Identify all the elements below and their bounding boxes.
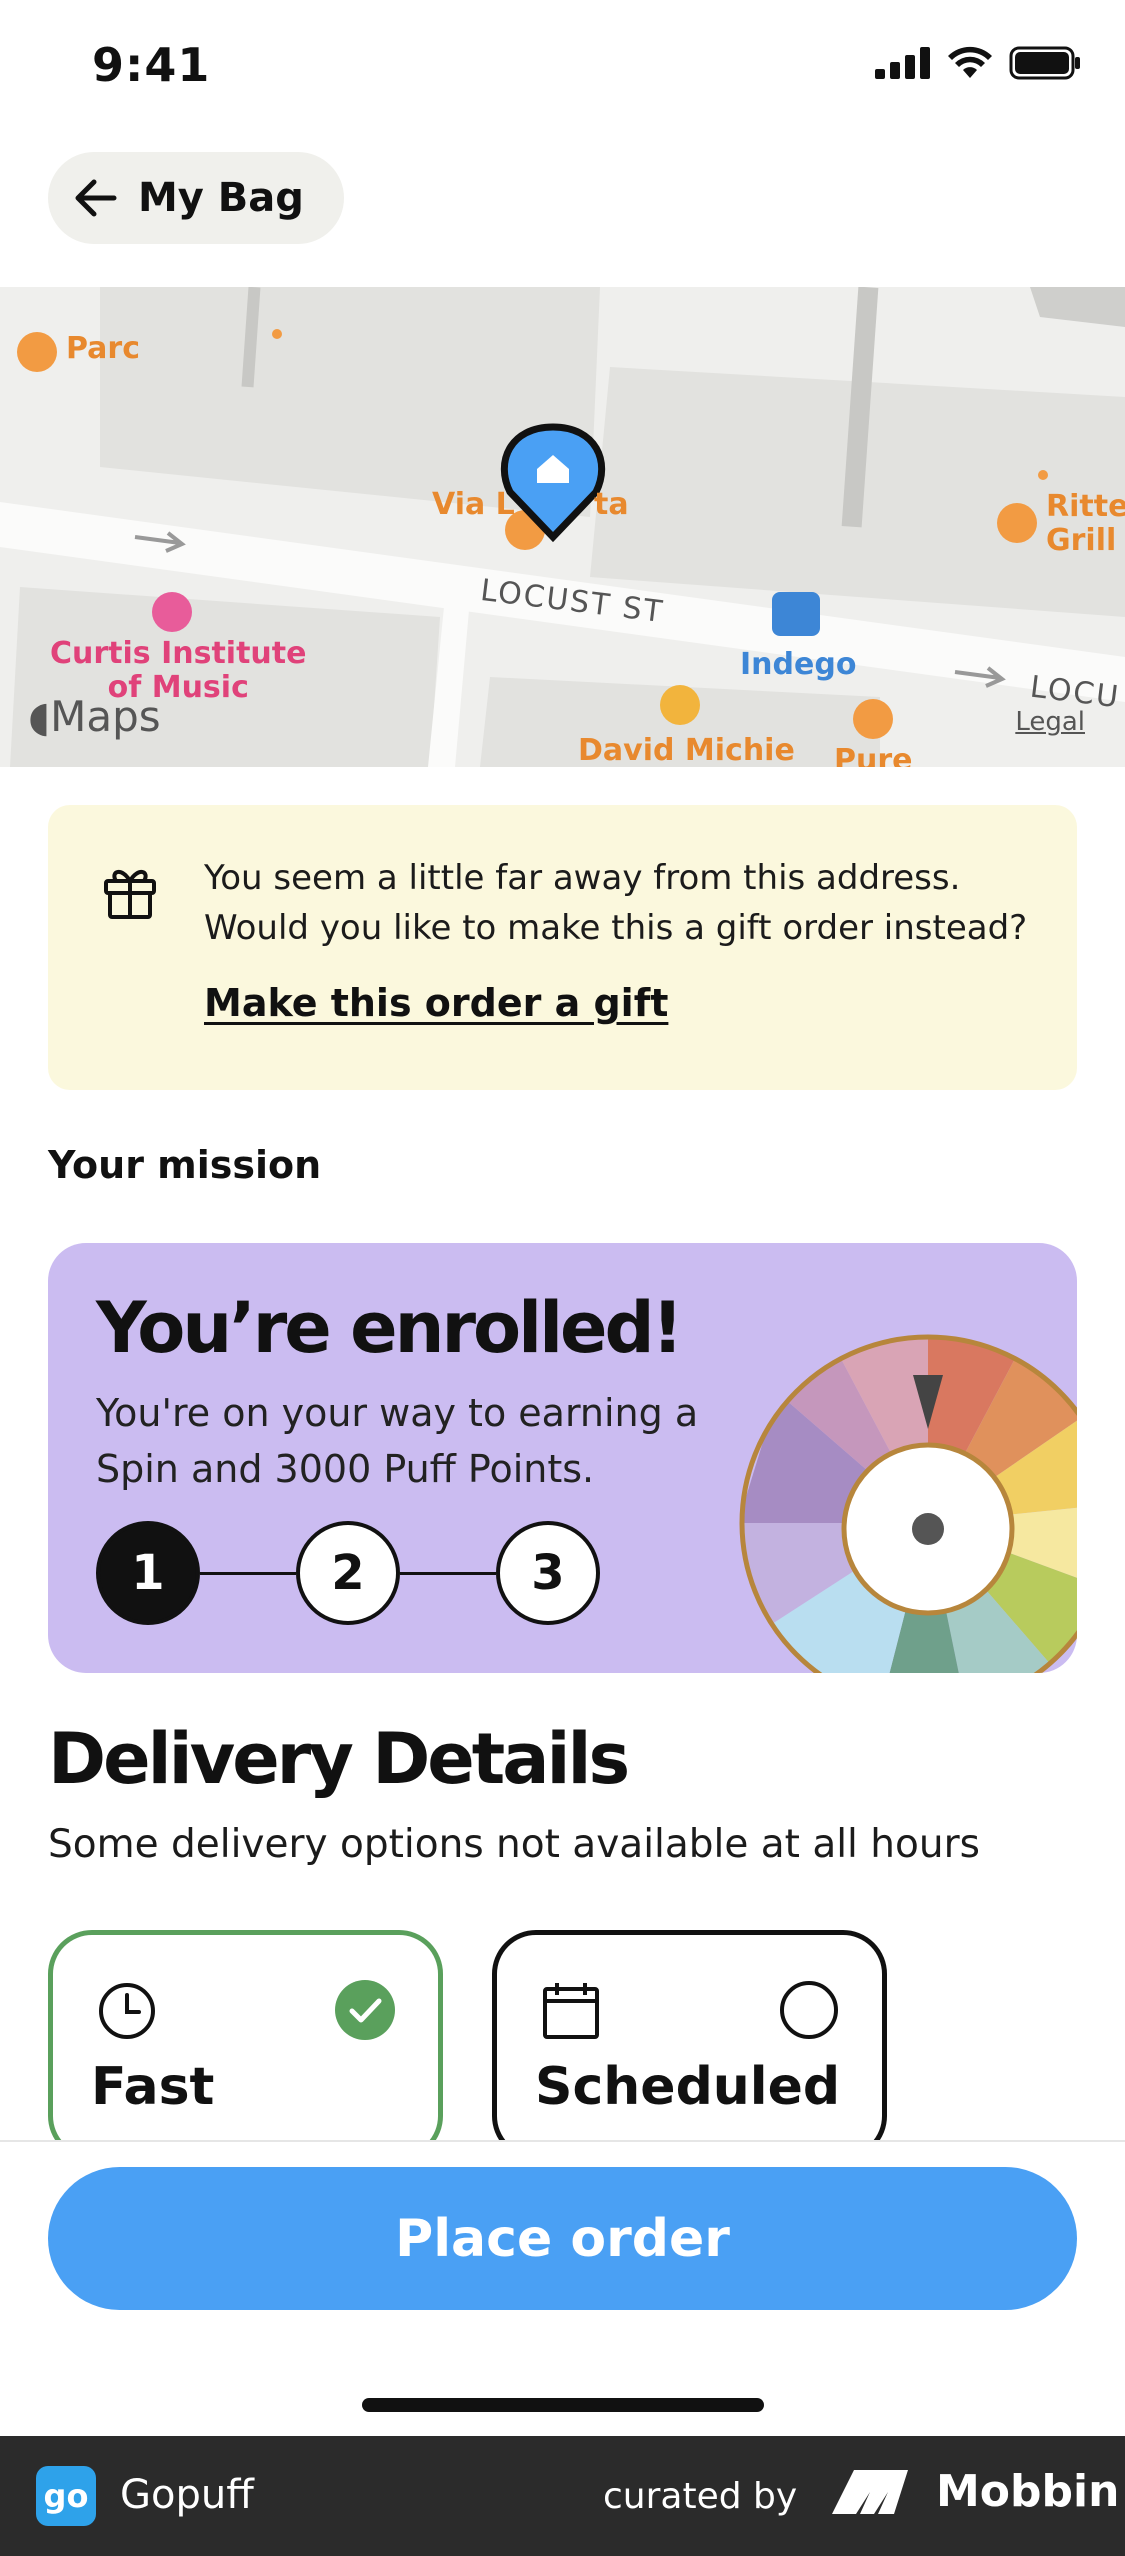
status-bar: 9:41 [0, 0, 1125, 140]
delivery-option-scheduled[interactable]: Scheduled [492, 1930, 887, 2160]
back-button-label: My Bag [138, 175, 304, 221]
mission-card[interactable]: You’re enrolled! You're on your way to e… [48, 1243, 1077, 1673]
place-order-button[interactable]: Place order [48, 2167, 1077, 2310]
map[interactable]: Parc Via L ta Ritte Grill LOCUST ST LOCU… [0, 287, 1125, 767]
gift-message-line2: Would you like to make this a gift order… [204, 908, 1028, 948]
mission-steps: 1 2 3 [96, 1521, 600, 1625]
delivery-subtitle: Some delivery options not available at a… [48, 1822, 980, 1867]
mission-title: You’re enrolled! [96, 1287, 684, 1369]
mobbin-brand: Mobbin [832, 2466, 1119, 2517]
mission-subtitle-line2: Spin and 3000 Puff Points. [96, 1447, 595, 1491]
home-indicator [362, 2398, 764, 2412]
signal-icon [875, 47, 930, 79]
arrow-left-icon [75, 179, 117, 217]
gift-icon [104, 870, 156, 919]
gift-message: You seem a little far away from this add… [204, 853, 1027, 953]
mobbin-logo-icon [832, 2469, 908, 2514]
delivery-title: Delivery Details [48, 1718, 630, 1800]
brand-bar: go Gopuff curated by Mobbin [0, 2436, 1125, 2556]
gift-message-line1: You seem a little far away from this add… [204, 858, 961, 898]
mission-step-3: 3 [496, 1521, 600, 1625]
map-label-via-suffix: ta [594, 487, 629, 522]
apple-maps-logo: ◖Maps [28, 692, 161, 741]
mission-step-1: 1 [96, 1521, 200, 1625]
battery-icon [1009, 46, 1080, 80]
step-connector [400, 1571, 496, 1575]
maps-brand: Maps [50, 692, 161, 741]
delivery-option-label: Scheduled [535, 2057, 841, 2117]
mission-section-label: Your mission [48, 1143, 322, 1187]
map-label-david: David Michie [578, 733, 795, 767]
map-label-ritten: Ritte [1046, 489, 1125, 524]
gopuff-logo: go [36, 2466, 96, 2526]
radio-unselected-icon [780, 1981, 838, 2039]
map-label-pure: Pure [834, 743, 913, 767]
prize-wheel-icon [739, 1334, 1077, 1673]
map-label-curtis-line1: Curtis Institute [50, 636, 307, 671]
delivery-option-fast[interactable]: Fast [48, 1930, 443, 2160]
checkmark-selected-icon [335, 1980, 395, 2040]
mission-subtitle: You're on your way to earning a Spin and… [96, 1385, 736, 1497]
apple-logo-icon: ◖ [28, 692, 51, 741]
wifi-icon [948, 46, 992, 78]
step-connector [200, 1571, 296, 1575]
app-name: Gopuff [120, 2472, 254, 2518]
curator-name: Mobbin [936, 2466, 1120, 2517]
gift-banner: You seem a little far away from this add… [48, 805, 1077, 1090]
delivery-option-label: Fast [91, 2057, 215, 2117]
status-time: 9:41 [92, 38, 211, 92]
clock-icon [99, 1983, 155, 2039]
make-gift-link[interactable]: Make this order a gift [204, 981, 668, 1025]
curated-by-label: curated by [603, 2476, 798, 2517]
mission-step-2: 2 [296, 1521, 400, 1625]
legal-link[interactable]: Legal [1015, 707, 1085, 737]
status-icons [875, 46, 1081, 80]
map-label-indego: Indego [740, 647, 857, 682]
mission-subtitle-line1: You're on your way to earning a [96, 1391, 699, 1435]
calendar-icon [543, 1983, 599, 2039]
back-button[interactable]: My Bag [48, 152, 344, 244]
map-label-via: Via L [432, 487, 515, 522]
map-label-parc: Parc [66, 331, 141, 366]
map-label-grill: Grill [1046, 523, 1117, 558]
